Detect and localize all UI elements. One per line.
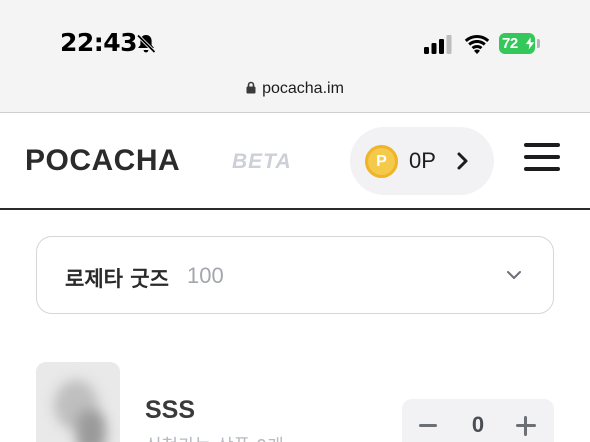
chevron-right-icon	[457, 152, 468, 170]
increment-button[interactable]	[516, 416, 536, 436]
quantity-stepper: 0	[402, 399, 554, 442]
battery-tip	[537, 39, 540, 48]
coin-icon: P	[365, 145, 398, 178]
battery-charging-icon	[525, 36, 535, 51]
bell-slash-icon	[136, 34, 156, 54]
category-name: 로제타 굿즈	[65, 267, 169, 291]
category-count: 100	[187, 263, 224, 288]
product-subtitle: 신청가능 상품 0개	[145, 432, 284, 442]
site-logo[interactable]: POCACHA	[25, 144, 180, 178]
cellular-signal-icon	[424, 35, 452, 54]
screen: 22:43 72 pocacha.im POCACHA BETA P 0P 로제…	[0, 0, 590, 442]
category-dropdown[interactable]: 로제타 굿즈 100	[36, 236, 554, 314]
site-header: POCACHA BETA P 0P	[0, 113, 590, 210]
coin-letter: P	[376, 153, 387, 170]
chevron-down-icon	[507, 271, 521, 279]
thumbnail-blur	[76, 410, 106, 442]
decrement-button[interactable]	[419, 424, 437, 427]
lock-icon	[246, 81, 256, 94]
wifi-icon	[464, 35, 490, 54]
menu-line	[524, 155, 560, 159]
hamburger-menu-icon[interactable]	[521, 142, 561, 172]
browser-top-bar: 22:43 72 pocacha.im	[0, 0, 590, 113]
status-time: 22:43	[60, 28, 138, 57]
menu-line	[524, 143, 560, 147]
quantity-value: 0	[471, 412, 485, 437]
points-balance: 0P	[409, 148, 436, 173]
product-name: SSS	[145, 396, 196, 424]
points-button[interactable]: P 0P	[350, 127, 494, 195]
menu-line	[524, 167, 560, 171]
beta-badge: BETA	[232, 150, 292, 173]
url-text: pocacha.im	[262, 80, 344, 97]
address-bar[interactable]: pocacha.im	[0, 80, 590, 98]
product-thumbnail[interactable]	[36, 362, 120, 442]
